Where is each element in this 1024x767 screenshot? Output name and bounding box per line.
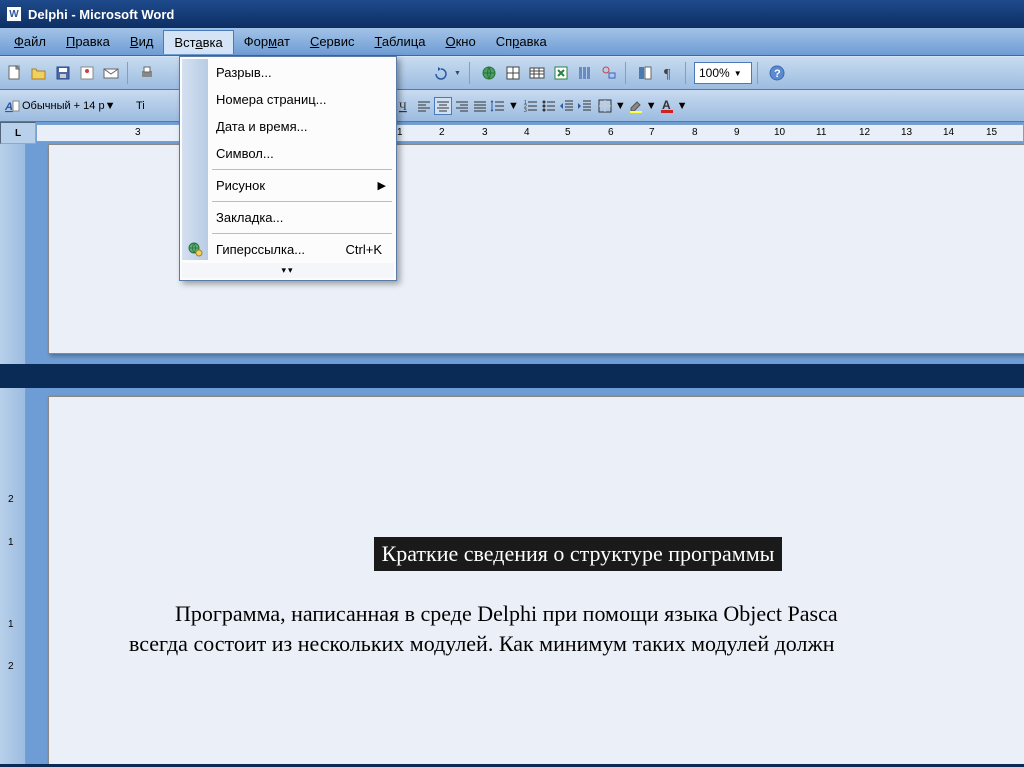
save-button[interactable] bbox=[52, 62, 74, 84]
svg-text:¶: ¶ bbox=[664, 67, 671, 81]
menu-insert[interactable]: Вставка bbox=[163, 30, 233, 54]
zoom-combo[interactable]: 100%▼ bbox=[694, 62, 752, 84]
font-combo[interactable]: Ti bbox=[136, 100, 156, 112]
submenu-arrow-icon: ▶ bbox=[378, 179, 386, 192]
toolbar-separator bbox=[469, 62, 473, 84]
toolbar-separator bbox=[685, 62, 689, 84]
menu-edit[interactable]: Правка bbox=[56, 30, 120, 53]
align-justify-button[interactable] bbox=[472, 98, 488, 114]
svg-text:A: A bbox=[662, 98, 671, 112]
new-doc-button[interactable] bbox=[4, 62, 26, 84]
menu-format[interactable]: Формат bbox=[234, 30, 300, 53]
horizontal-ruler-row: L 3 1 2 3 4 5 6 7 8 9 10 11 12 13 14 15 bbox=[0, 122, 1024, 144]
toolbar-separator bbox=[757, 62, 761, 84]
style-combo[interactable]: Обычный + 14 p▼ bbox=[22, 100, 134, 112]
menu-table[interactable]: Таблица bbox=[364, 30, 435, 53]
ruler-corner[interactable]: L bbox=[0, 122, 36, 144]
svg-text:A: A bbox=[4, 101, 13, 113]
standard-toolbar: ▼ ¶ 100%▼ ? bbox=[0, 56, 1024, 90]
menu-file[interactable]: Файл bbox=[4, 30, 56, 53]
columns-button[interactable] bbox=[574, 62, 596, 84]
drawing-button[interactable] bbox=[598, 62, 620, 84]
bullet-list-button[interactable] bbox=[541, 98, 557, 114]
menu-separator bbox=[212, 233, 392, 234]
styles-pane-button[interactable]: A bbox=[4, 98, 20, 114]
toolbar-separator bbox=[127, 62, 131, 84]
undo-button[interactable] bbox=[430, 62, 452, 84]
vertical-ruler[interactable]: 2 1 1 2 bbox=[0, 144, 26, 764]
toolbar-separator bbox=[625, 62, 629, 84]
hyperlink-button[interactable] bbox=[478, 62, 500, 84]
formatting-toolbar: A Обычный + 14 p▼ Ti К Ч ▼ 123 ▼ ▼ A ▼ bbox=[0, 90, 1024, 122]
word-app-icon: W bbox=[6, 6, 22, 22]
insert-date-time-item[interactable]: Дата и время... bbox=[182, 113, 394, 140]
decrease-indent-button[interactable] bbox=[559, 98, 575, 114]
insert-symbol-item[interactable]: Символ... bbox=[182, 140, 394, 167]
document-body: Программа, написанная в среде Delphi при… bbox=[129, 599, 1024, 658]
align-left-button[interactable] bbox=[416, 98, 432, 114]
highlight-button[interactable] bbox=[628, 98, 644, 114]
menu-tools[interactable]: Сервис bbox=[300, 30, 365, 53]
insert-hyperlink-item[interactable]: Гиперссылка...Ctrl+K bbox=[182, 236, 394, 263]
highlight-dropdown[interactable]: ▼ bbox=[646, 100, 657, 112]
open-button[interactable] bbox=[28, 62, 50, 84]
document-map-button[interactable] bbox=[634, 62, 656, 84]
borders-button[interactable] bbox=[597, 98, 613, 114]
svg-text:?: ? bbox=[774, 68, 781, 80]
menu-window[interactable]: Окно bbox=[435, 30, 485, 53]
menu-separator bbox=[212, 169, 392, 170]
menu-bar: Файл Правка Вид Вставка Формат Сервис Та… bbox=[0, 28, 1024, 56]
font-color-button[interactable]: A bbox=[659, 98, 675, 114]
insert-bookmark-item[interactable]: Закладка... bbox=[182, 204, 394, 231]
align-right-button[interactable] bbox=[454, 98, 470, 114]
document-workspace: 2 1 1 2 Краткие сведения о структуре про… bbox=[0, 144, 1024, 764]
insert-menu-dropdown: Разрыв... Номера страниц... Дата и время… bbox=[179, 56, 397, 281]
numbered-list-button[interactable]: 123 bbox=[523, 98, 539, 114]
svg-text:3: 3 bbox=[524, 108, 527, 114]
shortcut-label: Ctrl+K bbox=[346, 242, 382, 257]
globe-link-icon bbox=[187, 241, 203, 257]
menu-help[interactable]: Справка bbox=[486, 30, 557, 53]
window-title: Delphi - Microsoft Word bbox=[28, 7, 174, 22]
increase-indent-button[interactable] bbox=[577, 98, 593, 114]
undo-dropdown[interactable]: ▼ bbox=[454, 70, 464, 77]
insert-table-button[interactable] bbox=[526, 62, 548, 84]
insert-spreadsheet-button[interactable] bbox=[550, 62, 572, 84]
menu-view[interactable]: Вид bbox=[120, 30, 164, 53]
show-formatting-button[interactable]: ¶ bbox=[658, 62, 680, 84]
line-spacing-button[interactable] bbox=[490, 98, 506, 114]
title-bar: W Delphi - Microsoft Word bbox=[0, 0, 1024, 28]
borders-dropdown[interactable]: ▼ bbox=[615, 100, 626, 112]
print-button[interactable] bbox=[136, 62, 158, 84]
insert-break-item[interactable]: Разрыв... bbox=[182, 59, 394, 86]
tables-borders-button[interactable] bbox=[502, 62, 524, 84]
menu-expand-chevron[interactable]: ▾▾ bbox=[182, 263, 394, 278]
svg-text:Ч: Ч bbox=[399, 99, 407, 113]
line-spacing-dropdown[interactable]: ▼ bbox=[508, 100, 519, 112]
font-color-dropdown[interactable]: ▼ bbox=[677, 100, 688, 112]
help-button[interactable]: ? bbox=[766, 62, 788, 84]
insert-page-numbers-item[interactable]: Номера страниц... bbox=[182, 86, 394, 113]
page-gap bbox=[0, 364, 1024, 388]
align-center-button[interactable] bbox=[434, 97, 452, 115]
permissions-button[interactable] bbox=[76, 62, 98, 84]
underline-button[interactable]: Ч bbox=[396, 98, 412, 114]
menu-separator bbox=[212, 201, 392, 202]
page-2[interactable]: Краткие сведения о структуре программы П… bbox=[48, 396, 1024, 764]
email-button[interactable] bbox=[100, 62, 122, 84]
insert-picture-item[interactable]: Рисунок▶ bbox=[182, 172, 394, 199]
document-heading: Краткие сведения о структуре программы bbox=[374, 537, 783, 571]
